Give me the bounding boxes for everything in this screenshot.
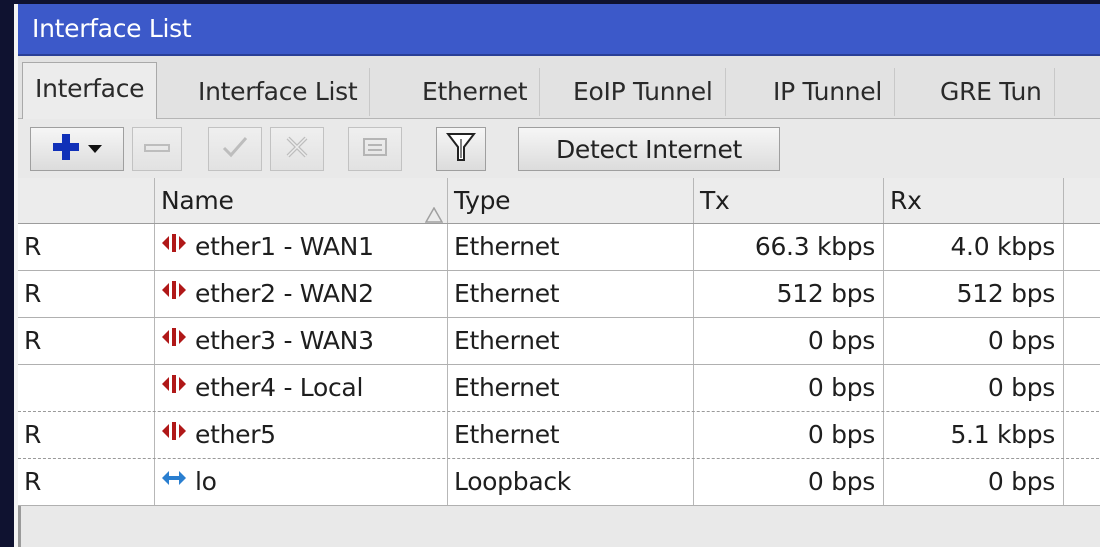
row-rx: 512 bps [884, 271, 1064, 317]
row-flag: R [18, 224, 155, 270]
row-flag: R [18, 412, 155, 458]
row-tx: 0 bps [694, 365, 884, 411]
note-icon [361, 135, 389, 163]
row-tx: 66.3 kbps [694, 224, 884, 270]
row-name-cell: ether5 [155, 412, 448, 458]
tab-ip-tunnel[interactable]: IP Tunnel [761, 68, 896, 116]
tab-ethernet[interactable]: Ethernet [410, 68, 541, 116]
column-header-name[interactable]: Name [155, 178, 448, 223]
tab-gre-tunnel[interactable]: GRE Tun [928, 68, 1055, 116]
row-flag: R [18, 271, 155, 317]
loopback-icon [161, 459, 187, 504]
table-row[interactable]: R ether1 - WAN1 Ethernet 66.3 kbps 4.0 k… [18, 224, 1100, 271]
row-name: ether5 [195, 420, 276, 449]
enable-button[interactable] [208, 127, 262, 171]
row-flag: R [18, 459, 155, 505]
sort-ascending-icon [424, 192, 444, 223]
row-rx: 4.0 kbps [884, 224, 1064, 270]
table-header: Name Type Tx Rx [18, 178, 1100, 224]
column-header-tx[interactable]: Tx [694, 178, 884, 223]
row-extra [1064, 224, 1100, 270]
table-row[interactable]: R ether5 Ethernet 0 bps 5.1 kbps [18, 412, 1100, 459]
row-name-cell: ether4 - Local [155, 365, 448, 411]
row-type: Ethernet [448, 271, 694, 317]
toolbar: Detect Internet [18, 119, 1100, 182]
detect-internet-label: Detect Internet [555, 134, 743, 164]
chevron-down-icon [87, 140, 103, 159]
row-type: Ethernet [448, 318, 694, 364]
row-tx: 512 bps [694, 271, 884, 317]
remove-button[interactable] [132, 127, 182, 171]
row-name-cell: lo [155, 459, 448, 505]
row-type: Ethernet [448, 365, 694, 411]
row-extra [1064, 271, 1100, 317]
row-tx: 0 bps [694, 318, 884, 364]
row-name: lo [195, 467, 217, 496]
interface-list-window: Interface List Interface Interface List … [14, 4, 1100, 547]
ethernet-icon [161, 365, 187, 410]
ethernet-icon [161, 318, 187, 363]
table-row[interactable]: R lo Loopback 0 bps 0 bps [18, 459, 1100, 506]
row-type: Ethernet [448, 412, 694, 458]
filter-button[interactable] [436, 127, 486, 171]
column-header-type[interactable]: Type [448, 178, 694, 223]
row-name-cell: ether1 - WAN1 [155, 224, 448, 270]
filter-icon [445, 131, 477, 167]
disable-button[interactable] [270, 127, 324, 171]
column-header-rx[interactable]: Rx [884, 178, 1064, 223]
row-flag [18, 365, 155, 411]
row-rx: 0 bps [884, 318, 1064, 364]
row-rx: 0 bps [884, 365, 1064, 411]
row-type: Loopback [448, 459, 694, 505]
row-tx: 0 bps [694, 459, 884, 505]
row-name-cell: ether3 - WAN3 [155, 318, 448, 364]
column-header-flags[interactable] [18, 178, 155, 223]
ethernet-icon [161, 224, 187, 269]
add-button[interactable] [30, 127, 124, 171]
row-type: Ethernet [448, 224, 694, 270]
table-row[interactable]: R ether2 - WAN2 Ethernet 512 bps 512 bps [18, 271, 1100, 318]
column-header-more[interactable] [1064, 178, 1100, 223]
tab-interface-list[interactable]: Interface List [186, 68, 371, 116]
row-name: ether2 - WAN2 [195, 279, 374, 308]
cross-icon [284, 134, 310, 164]
row-extra [1064, 412, 1100, 458]
row-name: ether3 - WAN3 [195, 326, 374, 355]
column-header-name-label: Name [161, 186, 234, 215]
row-extra [1064, 318, 1100, 364]
interface-table: Name Type Tx Rx R ether1 - WAN1 Ethernet… [18, 178, 1100, 506]
table-row[interactable]: ether4 - Local Ethernet 0 bps 0 bps [18, 365, 1100, 412]
window-title[interactable]: Interface List [18, 4, 1100, 56]
ethernet-icon [161, 271, 187, 316]
tab-interface[interactable]: Interface [22, 62, 158, 119]
row-rx: 5.1 kbps [884, 412, 1064, 458]
ethernet-icon [161, 412, 187, 457]
row-flag: R [18, 318, 155, 364]
row-extra [1064, 365, 1100, 411]
detect-internet-button[interactable]: Detect Internet [518, 127, 780, 171]
row-name: ether1 - WAN1 [195, 232, 374, 261]
row-name-cell: ether2 - WAN2 [155, 271, 448, 317]
minus-icon [143, 140, 171, 159]
comment-button[interactable] [348, 127, 402, 171]
row-name: ether4 - Local [195, 373, 364, 402]
table-row[interactable]: R ether3 - WAN3 Ethernet 0 bps 0 bps [18, 318, 1100, 365]
tab-bar: Interface Interface List Ethernet EoIP T… [18, 56, 1100, 119]
tab-eoip-tunnel[interactable]: EoIP Tunnel [561, 68, 726, 116]
row-rx: 0 bps [884, 459, 1064, 505]
row-tx: 0 bps [694, 412, 884, 458]
row-extra [1064, 459, 1100, 505]
check-icon [221, 134, 249, 164]
plus-icon [51, 132, 81, 166]
